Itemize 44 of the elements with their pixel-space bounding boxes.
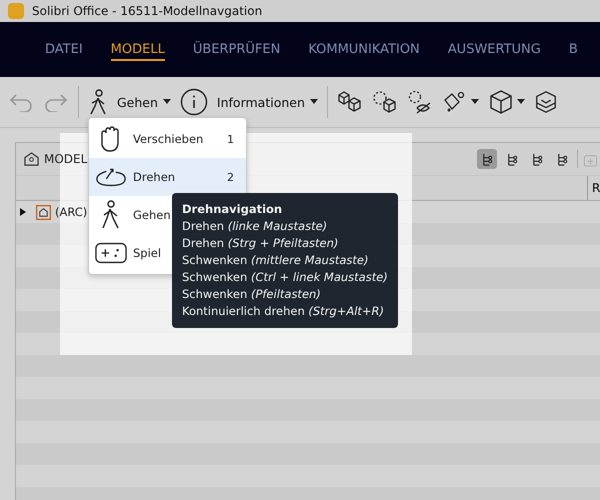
tooltip-line: Drehen (linke Maustaste) — [182, 218, 328, 235]
tree-icon — [506, 152, 518, 166]
tree-icon — [530, 152, 544, 166]
walking-person-icon[interactable] — [88, 89, 108, 115]
cube-icon[interactable] — [488, 89, 514, 115]
app-logo-icon — [8, 3, 24, 19]
tooltip-line: Schwenken (Ctrl + linek Maustaste) — [182, 269, 388, 286]
menu-tab[interactable]: AUSWERTUNG — [448, 38, 541, 61]
menu-tab[interactable]: B — [568, 38, 578, 61]
navigation-mode-dropdown[interactable]: Gehen — [117, 94, 171, 110]
shortcut-key: 1 — [227, 132, 234, 146]
window-title: Solibri Office - 16511-Modellnavgation — [32, 4, 262, 18]
caret-icon[interactable] — [470, 99, 479, 105]
caret-icon — [162, 99, 171, 105]
tooltip-line: Drehen (Strg + Pfeiltasten) — [182, 235, 340, 252]
column-header[interactable]: R — [587, 176, 600, 200]
building-icon — [36, 204, 51, 220]
menu-item[interactable]: Verschieben 1 — [89, 120, 246, 158]
menu-item[interactable]: Drehen 2 — [89, 158, 246, 196]
cubes-icon[interactable] — [336, 90, 363, 114]
menu-tab[interactable]: MODELL — [110, 38, 165, 61]
model-icon — [24, 152, 39, 166]
tree-icon — [480, 152, 494, 166]
tooltip-title: Drehnavigation — [182, 201, 284, 218]
tree-item-label[interactable]: (ARC) — [55, 205, 88, 219]
menu-tab[interactable]: ÜBERPRÜFEN — [192, 38, 280, 61]
information-dropdown[interactable]: Informationen — [216, 94, 318, 110]
tooltip-line: Kontinuierlich drehen (Strg+Alt+R) — [182, 303, 386, 320]
caret-icon — [310, 99, 318, 105]
gamepad-icon — [95, 241, 127, 265]
section-box-icon[interactable] — [534, 90, 558, 114]
expand-arrow-icon[interactable] — [19, 208, 27, 216]
tree-icon — [556, 152, 568, 166]
tooltip-line: Schwenken (mittlere Maustaste) — [182, 252, 370, 269]
shortcut-key: 2 — [227, 170, 234, 184]
panel-title: MODEL — [44, 152, 88, 166]
cube-select-icon[interactable] — [372, 90, 398, 114]
hide-selection-icon[interactable] — [406, 90, 433, 114]
info-icon[interactable] — [180, 88, 208, 116]
tooltip-line: Schwenken (Pfeiltasten) — [182, 286, 322, 303]
menu-tab[interactable]: DATEI — [45, 38, 83, 61]
caret-icon[interactable] — [516, 99, 525, 105]
menu-tab[interactable]: KOMMUNIKATION — [308, 38, 420, 61]
tree-view-button[interactable] — [477, 149, 497, 169]
